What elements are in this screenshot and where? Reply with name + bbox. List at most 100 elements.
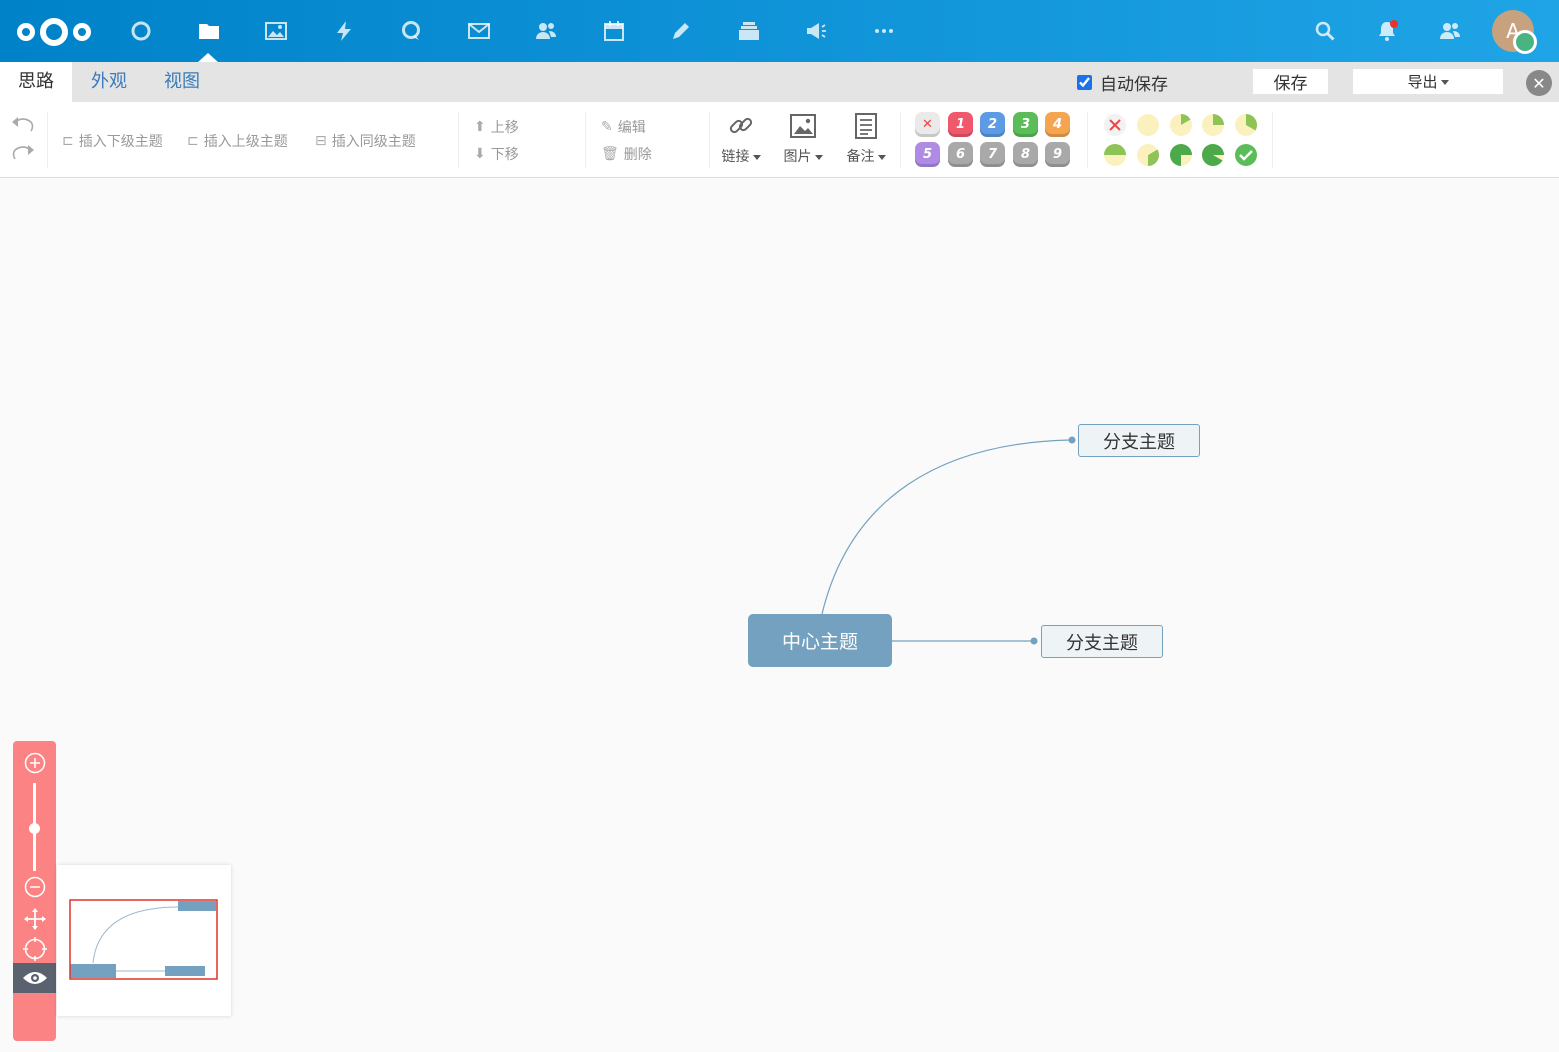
mail-icon[interactable] [463, 15, 495, 47]
arrow-down-icon: ⬇ [474, 146, 486, 162]
image-label: 图片 [783, 149, 812, 165]
link-label: 链接 [721, 149, 750, 165]
export-label: 导出 [1407, 73, 1438, 91]
priority-3-icon[interactable]: 3 [1013, 112, 1038, 137]
progress-5-icon[interactable] [1136, 143, 1160, 167]
zoom-in-icon[interactable] [23, 751, 47, 775]
progress-2-icon[interactable] [1201, 113, 1225, 137]
priority-8-icon[interactable]: 8 [1013, 142, 1038, 167]
insert-sibling-label: 插入同级主题 [331, 134, 416, 150]
toolbar: ⊏ 插入下级主题 ⊏ 插入上级主题 ⊟ 插入同级主题 ⬆ 上移 ⬇ 下移 ✎ 编辑 🗑 删除 … [0, 102, 1559, 178]
zoom-control-panel [13, 741, 56, 1041]
delete-button[interactable]: 🗑 删除 [601, 144, 652, 164]
branch-topic-node[interactable]: 分支主题 [1041, 625, 1163, 658]
minimap-branch-node [178, 901, 216, 911]
remove-priority-icon[interactable]: ✕ [915, 112, 940, 137]
move-canvas-icon[interactable] [23, 907, 47, 931]
priority-2-icon[interactable]: 2 [980, 112, 1005, 137]
notification-dot [1390, 20, 1398, 28]
tab-appearance[interactable]: 外观 [73, 62, 145, 102]
talk-icon[interactable] [395, 15, 427, 47]
insert-child-button[interactable]: ⊏ 插入下级主题 [62, 131, 163, 151]
priority-1-icon[interactable]: 1 [948, 112, 973, 137]
progress-complete-icon[interactable] [1234, 143, 1258, 167]
photos-icon[interactable] [260, 15, 292, 47]
autosave-toggle[interactable]: 自动保存 [1077, 70, 1168, 95]
active-app-caret [198, 53, 218, 62]
nextcloud-logo-icon[interactable] [14, 14, 94, 50]
tab-idea[interactable]: 思路 [0, 62, 72, 102]
priority-4-icon[interactable]: 4 [1045, 112, 1070, 137]
move-up-button[interactable]: ⬆ 上移 [474, 117, 519, 137]
toolbar-divider [709, 112, 710, 168]
export-dropdown-button[interactable]: 导出 [1353, 69, 1503, 94]
branch-topic-node[interactable]: 分支主题 [1078, 424, 1200, 457]
toggle-minimap-button[interactable] [13, 963, 56, 993]
deck-icon[interactable] [733, 15, 765, 47]
note-button[interactable]: 备注 [840, 110, 892, 166]
mindmap-canvas[interactable]: 中心主题 分支主题 分支主题 [0, 178, 1559, 1052]
save-button[interactable]: 保存 [1253, 69, 1328, 94]
root-topic-node[interactable]: 中心主题 [748, 614, 892, 667]
online-status-icon [1513, 30, 1537, 54]
autosave-checkbox[interactable] [1077, 74, 1092, 90]
toolbar-divider [900, 112, 901, 168]
arrow-up-icon: ⬆ [474, 119, 486, 135]
chevron-down-icon [814, 154, 823, 160]
trash-icon: 🗑 [601, 146, 619, 162]
zoom-out-icon[interactable] [23, 875, 47, 899]
move-down-button[interactable]: ⬇ 下移 [474, 144, 519, 164]
notes-icon[interactable] [665, 15, 697, 47]
link-button[interactable]: 链接 [715, 110, 767, 166]
insert-parent-icon: ⊏ [187, 133, 199, 149]
priority-7-icon[interactable]: 7 [980, 142, 1005, 167]
image-button[interactable]: 图片 [777, 110, 829, 166]
tab-view[interactable]: 视图 [146, 62, 218, 102]
insert-sibling-icon: ⊟ [315, 133, 327, 149]
priority-6-icon[interactable]: 6 [948, 142, 973, 167]
chevron-down-icon [752, 154, 761, 160]
chevron-down-icon [1440, 80, 1449, 85]
remove-progress-icon[interactable] [1103, 113, 1127, 137]
progress-3-icon[interactable] [1234, 113, 1258, 137]
insert-parent-label: 插入上级主题 [203, 134, 288, 150]
dashboard-icon[interactable] [125, 15, 157, 47]
insert-child-label: 插入下级主题 [78, 134, 163, 150]
minimap-branch-node [165, 966, 205, 976]
progress-7-icon[interactable] [1201, 143, 1225, 167]
insert-parent-button[interactable]: ⊏ 插入上级主题 [187, 131, 288, 151]
search-icon[interactable] [1309, 15, 1341, 47]
insert-child-icon: ⊏ [62, 133, 74, 149]
zoom-slider-handle[interactable] [29, 823, 40, 834]
activity-icon[interactable] [328, 15, 360, 47]
insert-sibling-button[interactable]: ⊟ 插入同级主题 [315, 131, 416, 151]
contacts-menu-icon[interactable] [1434, 15, 1466, 47]
progress-1-icon[interactable] [1169, 113, 1193, 137]
contacts-icon[interactable] [530, 15, 562, 47]
toolbar-divider [47, 112, 48, 168]
top-navigation-bar: A [0, 0, 1559, 62]
minimap-preview [69, 899, 218, 980]
priority-9-icon[interactable]: 9 [1045, 142, 1070, 167]
edit-button[interactable]: ✎ 编辑 [601, 117, 646, 137]
undo-icon[interactable] [11, 114, 35, 134]
progress-6-icon[interactable] [1169, 143, 1193, 167]
progress-4-icon[interactable] [1103, 143, 1127, 167]
priority-5-icon[interactable]: 5 [915, 142, 940, 167]
center-focus-icon[interactable] [23, 937, 47, 961]
notifications-bell-icon[interactable] [1371, 15, 1403, 47]
toolbar-divider [585, 112, 586, 168]
connector-dot [1068, 436, 1076, 444]
delete-label: 删除 [623, 147, 652, 163]
announcements-icon[interactable] [800, 15, 832, 47]
note-icon [855, 113, 877, 139]
progress-0-icon[interactable] [1136, 113, 1160, 137]
files-icon[interactable] [193, 15, 225, 47]
more-icon[interactable] [868, 15, 900, 47]
calendar-icon[interactable] [598, 15, 630, 47]
note-label: 备注 [846, 149, 875, 165]
minimap[interactable] [57, 865, 231, 1016]
close-icon[interactable]: ✕ [1526, 70, 1552, 96]
redo-icon[interactable] [11, 142, 35, 162]
minimap-root-node [70, 964, 116, 978]
